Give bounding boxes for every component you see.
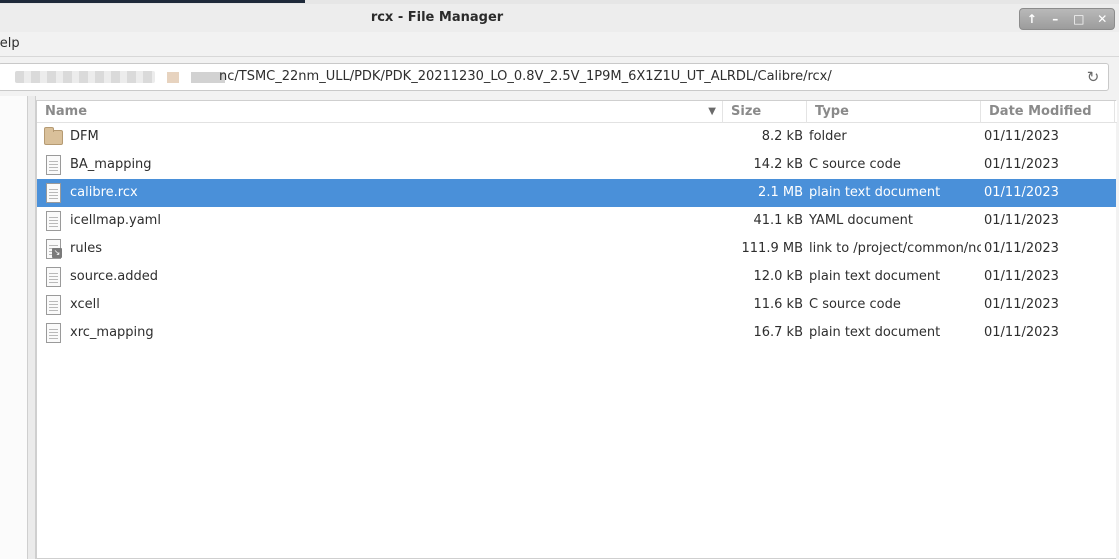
file-type: C source code xyxy=(809,297,901,312)
file-row-ba-mapping[interactable]: BA_mapping 14.2 kB C source code 01/11/2… xyxy=(37,151,1116,179)
column-type-label: Type xyxy=(815,104,849,119)
file-date: 01/11/2023 xyxy=(984,185,1059,200)
file-size: 2.1 MB xyxy=(758,185,803,200)
column-size-label: Size xyxy=(731,104,762,119)
location-field[interactable]: nc/TSMC_22nm_ULL/PDK/PDK_20211230_LO_0.8… xyxy=(0,63,1109,91)
column-name-label: Name xyxy=(45,104,88,119)
text-file-icon xyxy=(43,322,65,344)
file-size: 8.2 kB xyxy=(761,129,803,144)
file-size: 16.7 kB xyxy=(753,325,803,340)
file-row-xrc-mapping[interactable]: xrc_mapping 16.7 kB plain text document … xyxy=(37,319,1116,347)
background-window-edge xyxy=(0,0,305,3)
file-type: C source code xyxy=(809,157,901,172)
file-date: 01/11/2023 xyxy=(984,325,1059,340)
file-name: calibre.rcx xyxy=(70,185,138,200)
column-date-modified[interactable]: Date Modified xyxy=(981,101,1115,123)
menu-bar: Help xyxy=(0,32,1119,56)
maximize-icon[interactable]: □ xyxy=(1070,10,1088,28)
file-row-xcell[interactable]: xcell 11.6 kB C source code 01/11/2023 xyxy=(37,291,1116,319)
file-name: xcell xyxy=(70,297,100,312)
window-title: rcx - File Manager xyxy=(370,10,504,25)
title-bar[interactable]: rcx - File Manager ↑ – □ ✕ xyxy=(0,4,1119,32)
window-controls: ↑ – □ ✕ xyxy=(1019,8,1115,30)
pane-divider[interactable] xyxy=(28,96,36,559)
file-name: icellmap.yaml xyxy=(70,213,161,228)
column-size[interactable]: Size xyxy=(723,101,807,123)
file-date: 01/11/2023 xyxy=(984,297,1059,312)
text-file-icon xyxy=(43,182,65,204)
file-date: 01/11/2023 xyxy=(984,157,1059,172)
column-header: Name ▼ Size Type Date Modified xyxy=(37,101,1117,123)
file-size: 11.6 kB xyxy=(753,297,803,312)
file-name: BA_mapping xyxy=(70,157,152,172)
file-type: plain text document xyxy=(809,269,941,284)
file-type: plain text document xyxy=(809,325,941,340)
file-date: 01/11/2023 xyxy=(984,213,1059,228)
file-list[interactable]: Name ▼ Size Type Date Modified DFM 8.2 k… xyxy=(36,100,1117,559)
menu-help[interactable]: Help xyxy=(0,36,20,51)
redacted-path-segment xyxy=(15,71,155,83)
redacted-path-segment xyxy=(167,72,179,83)
file-type: link to /project/common/nc xyxy=(809,241,981,256)
file-size: 41.1 kB xyxy=(753,213,803,228)
text-file-icon xyxy=(43,294,65,316)
file-type: YAML document xyxy=(809,213,914,228)
column-type[interactable]: Type xyxy=(807,101,981,123)
file-size: 12.0 kB xyxy=(753,269,803,284)
text-file-icon xyxy=(43,210,65,232)
column-name[interactable]: Name ▼ xyxy=(37,101,723,123)
file-row-rules[interactable]: ↘ rules 111.9 MB link to /project/common… xyxy=(37,235,1116,263)
file-size: 111.9 MB xyxy=(741,241,803,256)
menu-help-label: Help xyxy=(0,36,20,51)
sort-descending-icon: ▼ xyxy=(708,106,716,117)
folder-icon xyxy=(43,126,65,148)
side-pane[interactable] xyxy=(0,96,28,559)
file-size: 14.2 kB xyxy=(753,157,803,172)
file-date: 01/11/2023 xyxy=(984,241,1059,256)
file-name: DFM xyxy=(70,129,99,144)
minimize-icon[interactable]: – xyxy=(1046,10,1064,28)
file-type: plain text document xyxy=(809,185,941,200)
text-file-icon xyxy=(43,266,65,288)
file-row-calibre-rcx[interactable]: calibre.rcx 2.1 MB plain text document 0… xyxy=(37,179,1116,207)
location-path: nc/TSMC_22nm_ULL/PDK/PDK_20211230_LO_0.8… xyxy=(219,69,832,84)
location-bar: nc/TSMC_22nm_ULL/PDK/PDK_20211230_LO_0.8… xyxy=(0,56,1119,96)
file-name: source.added xyxy=(70,269,159,284)
column-date-label: Date Modified xyxy=(989,104,1092,119)
close-icon[interactable]: ✕ xyxy=(1093,10,1111,28)
file-date: 01/11/2023 xyxy=(984,269,1059,284)
file-name: rules xyxy=(70,241,102,256)
file-date: 01/11/2023 xyxy=(984,129,1059,144)
up-arrow-icon[interactable]: ↑ xyxy=(1023,10,1041,28)
file-type: folder xyxy=(809,129,847,144)
file-name: xrc_mapping xyxy=(70,325,154,340)
reload-icon[interactable]: ↻ xyxy=(1084,68,1102,86)
text-file-icon xyxy=(43,154,65,176)
file-row-dfm[interactable]: DFM 8.2 kB folder 01/11/2023 xyxy=(37,123,1116,151)
file-row-icellmap-yaml[interactable]: icellmap.yaml 41.1 kB YAML document 01/1… xyxy=(37,207,1116,235)
link-file-icon: ↘ xyxy=(43,238,65,260)
file-row-source-added[interactable]: source.added 12.0 kB plain text document… xyxy=(37,263,1116,291)
